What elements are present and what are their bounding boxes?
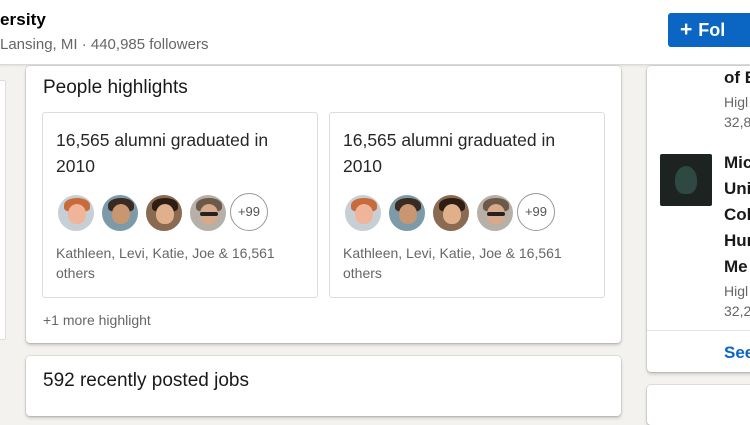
school-name-line[interactable]: of E	[724, 68, 750, 88]
highlight-names: Kathleen, Levi, Katie, Joe & 16,561 othe…	[56, 245, 275, 281]
more-alumni-count[interactable]: +99	[230, 193, 268, 231]
sunglasses	[487, 212, 505, 216]
school-name-line[interactable]: Mic	[724, 153, 750, 173]
avatar-face	[443, 204, 461, 224]
school-name-line[interactable]: Hur	[724, 231, 750, 251]
logo-mark	[675, 166, 697, 194]
sunglasses	[200, 212, 218, 216]
school-type: Higl	[724, 94, 749, 110]
avatar[interactable]	[431, 193, 471, 233]
avatar-face	[355, 204, 373, 224]
highlight-card[interactable]: 16,565 alumni graduated in 2010 +99 Kath…	[329, 112, 605, 298]
divider	[647, 330, 750, 331]
follow-label: Fol	[698, 20, 726, 40]
org-name[interactable]: ersity	[0, 10, 46, 30]
highlight-card[interactable]: 16,565 alumni graduated in 2010 +99 Kath…	[42, 112, 318, 298]
see-all-link[interactable]: See	[724, 343, 750, 363]
people-highlights-title: People highlights	[43, 77, 188, 98]
recent-jobs-card: 592 recently posted jobs	[26, 356, 621, 416]
avatar[interactable]	[387, 193, 427, 233]
school-name-line[interactable]: Col	[724, 205, 750, 225]
avatar[interactable]	[343, 193, 383, 233]
avatar-face	[399, 204, 417, 224]
people-highlights-card: People highlights 16,565 alumni graduate…	[26, 66, 621, 343]
more-alumni-count[interactable]: +99	[517, 193, 555, 231]
avatar-face	[112, 204, 130, 224]
school-followers: 32,8	[724, 114, 750, 130]
org-header-bar: ersity Lansing, MI · 440,985 followers +…	[0, 0, 750, 65]
avatar[interactable]	[475, 193, 515, 233]
avatar[interactable]	[56, 193, 96, 233]
plus-icon: +	[680, 18, 693, 41]
spartan-logo-icon[interactable]	[660, 154, 712, 206]
highlight-headline[interactable]: 16,565 alumni graduated in 2010	[56, 127, 306, 179]
follow-button[interactable]: + Fol	[668, 13, 750, 47]
left-column-card-edge	[0, 80, 6, 340]
sidebar-card	[647, 385, 750, 425]
highlight-names: Kathleen, Levi, Katie, Joe & 16,561 othe…	[343, 245, 562, 281]
school-name-line[interactable]: Uni	[724, 179, 750, 199]
similar-schools-card: of E Higl 32,8 Mic Uni Col Hur Me Higl 3…	[647, 66, 750, 372]
avatar[interactable]	[144, 193, 184, 233]
recent-jobs-title: 592 recently posted jobs	[43, 370, 249, 391]
school-name-line[interactable]: Me	[724, 257, 748, 277]
avatar[interactable]	[188, 193, 228, 233]
more-highlights-link[interactable]: +1 more highlight	[43, 312, 151, 328]
avatar-face	[68, 204, 86, 224]
avatar-face	[156, 204, 174, 224]
school-type: Higl	[724, 283, 749, 299]
avatar[interactable]	[100, 193, 140, 233]
school-followers: 32,2	[724, 303, 750, 319]
highlight-headline[interactable]: 16,565 alumni graduated in 2010	[343, 127, 593, 179]
org-location-followers: Lansing, MI · 440,985 followers	[0, 36, 209, 53]
